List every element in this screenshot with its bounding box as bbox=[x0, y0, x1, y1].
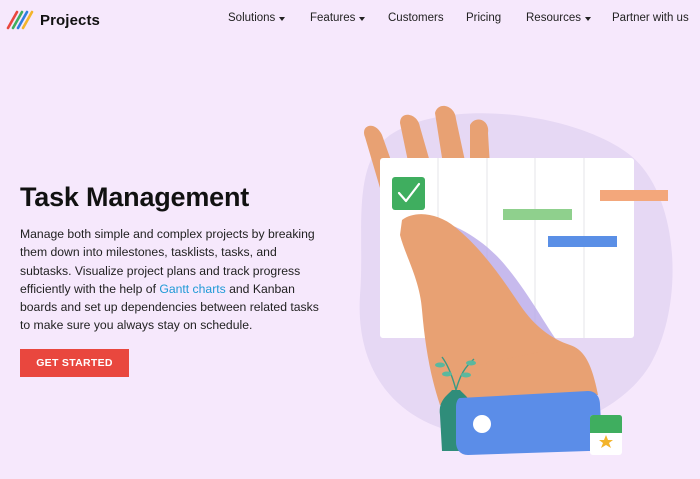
nav-label: Pricing bbox=[466, 12, 502, 24]
mini-card-header bbox=[590, 415, 622, 433]
leaf-shape bbox=[461, 372, 471, 378]
gantt-bar-blue bbox=[548, 236, 617, 247]
logo-icon bbox=[6, 10, 34, 30]
cuff-button-icon bbox=[473, 415, 491, 433]
leaf-shape bbox=[442, 371, 452, 377]
hero-description: Manage both simple and complex projects … bbox=[20, 225, 320, 335]
hero-title: Task Management bbox=[20, 182, 250, 212]
gantt-bar-orange bbox=[600, 190, 668, 201]
gantt-charts-link[interactable]: Gantt charts bbox=[159, 282, 225, 296]
logo-text: Projects bbox=[40, 11, 100, 29]
nav-label: Resources bbox=[526, 12, 581, 24]
leaf-shape bbox=[435, 362, 445, 368]
page: Projects Solutions Features Customers Pr… bbox=[0, 0, 700, 479]
header: Projects Solutions Features Customers Pr… bbox=[0, 0, 700, 40]
gantt-bar-green bbox=[503, 209, 572, 220]
nav-partner[interactable]: Partner with us bbox=[612, 12, 689, 24]
task-management-illustration bbox=[359, 105, 673, 455]
chevron-down-icon bbox=[279, 16, 286, 21]
checkbox-icon bbox=[392, 177, 425, 210]
nav-pricing[interactable]: Pricing bbox=[466, 12, 501, 24]
nav-label: Partner with us bbox=[612, 12, 689, 24]
chevron-down-icon bbox=[584, 16, 591, 21]
nav-label: Customers bbox=[388, 12, 444, 24]
logo[interactable]: Projects bbox=[6, 9, 100, 31]
nav-label: Solutions bbox=[228, 12, 276, 24]
nav-label: Features bbox=[310, 12, 356, 24]
chevron-down-icon bbox=[359, 16, 366, 21]
nav-customers[interactable]: Customers bbox=[388, 12, 444, 24]
nav-features[interactable]: Features bbox=[310, 12, 366, 24]
get-started-button[interactable]: GET STARTED bbox=[20, 349, 129, 377]
leaf-shape bbox=[466, 360, 476, 366]
nav-resources[interactable]: Resources bbox=[526, 12, 591, 24]
nav-solutions[interactable]: Solutions bbox=[228, 12, 286, 24]
